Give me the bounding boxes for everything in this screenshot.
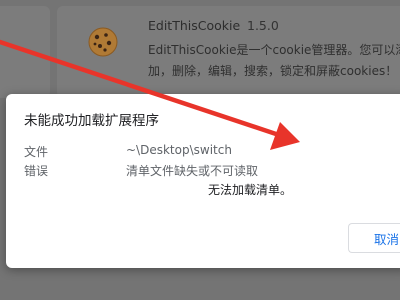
dialog-title: 未能成功加载扩展程序 — [24, 113, 159, 129]
extension-version: 1.5.0 — [247, 18, 279, 33]
error-message-line1: 清单文件缺失或不可读取 — [126, 164, 259, 178]
extension-name: EditThisCookie — [148, 18, 241, 33]
error-message-line2: 无法加载清单。 — [208, 183, 293, 197]
error-label: 错误 — [24, 164, 49, 178]
extension-description-line2: 加，删除，编辑，搜索，锁定和屏蔽cookies！ — [148, 64, 398, 78]
cookie-icon — [88, 27, 118, 57]
load-error-dialog: 未能成功加载扩展程序 文件 ~\Desktop\switch 错误 清单文件缺失… — [6, 94, 400, 268]
extension-description-line1: EditThisCookie是一个cookie管理器。您可以添 — [148, 43, 400, 57]
file-label: 文件 — [24, 145, 49, 159]
cancel-button[interactable]: 取消 — [348, 223, 400, 253]
file-path-value: ~\Desktop\switch — [126, 143, 232, 157]
extension-card-partial — [0, 6, 50, 98]
